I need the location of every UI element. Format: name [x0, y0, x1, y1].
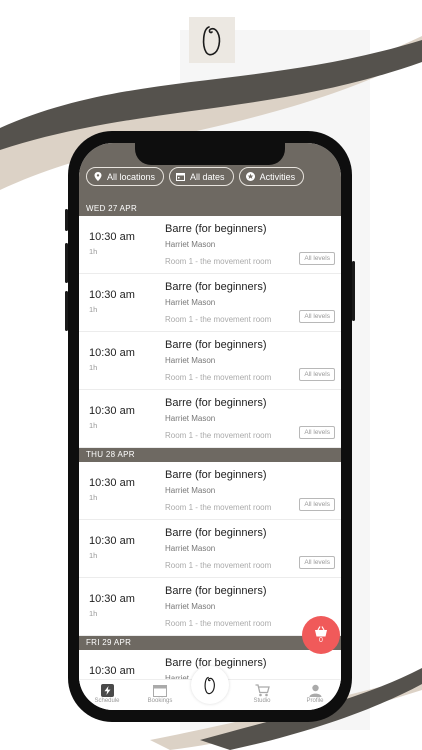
- filter-bar: All locations All dates Activities: [86, 167, 305, 186]
- phone-volume-down-button: [65, 291, 68, 331]
- session-room: Room 1 - the movement room: [165, 373, 272, 382]
- tab-home[interactable]: [191, 666, 229, 704]
- session-teacher: Harriet Mason: [165, 544, 216, 553]
- session-row[interactable]: 10:30 am 1h Barre (for beginners) Harrie…: [79, 216, 341, 274]
- session-title: Barre (for beginners): [165, 397, 267, 409]
- person-icon: [309, 682, 322, 698]
- session-time: 10:30 am: [89, 535, 135, 547]
- level-badge: All levels: [299, 368, 335, 381]
- lightning-icon: [100, 682, 114, 698]
- cart-icon: [255, 682, 270, 698]
- filter-locations-label: All locations: [107, 171, 156, 182]
- session-title: Barre (for beginners): [165, 527, 267, 539]
- session-row[interactable]: 10:30 am 1h Barre (for beginners) Harrie…: [79, 462, 341, 520]
- session-time: 10:30 am: [89, 593, 135, 605]
- session-title: Barre (for beginners): [165, 585, 267, 597]
- logo-icon: [202, 26, 221, 56]
- session-title: Barre (for beginners): [165, 281, 267, 293]
- session-duration: 1h: [89, 493, 98, 502]
- basket-icon: [315, 626, 327, 637]
- location-pin-icon: [93, 172, 102, 181]
- session-time: 10:30 am: [89, 231, 135, 243]
- tab-profile[interactable]: Profile: [293, 682, 337, 704]
- session-duration: 1h: [89, 305, 98, 314]
- session-teacher: Harriet Mason: [165, 602, 216, 611]
- filter-dates[interactable]: All dates: [169, 167, 234, 186]
- star-icon: [245, 172, 255, 181]
- phone-frame: All locations All dates Activities WED 2…: [65, 131, 355, 722]
- basket-count: 0: [319, 637, 323, 644]
- session-teacher: Harriet Mason: [165, 356, 216, 365]
- session-duration: 1h: [89, 363, 98, 372]
- session-row[interactable]: 10:30 am 1h Barre (for beginners) Harrie…: [79, 390, 341, 448]
- session-duration: 1h: [89, 421, 98, 430]
- bottom-tab-bar: Schedule Bookings Studio Profile: [79, 666, 341, 710]
- tab-schedule[interactable]: Schedule: [85, 682, 129, 704]
- tab-bookings[interactable]: Bookings: [138, 682, 182, 704]
- session-row[interactable]: 10:30 am 1h Barre (for beginners) Harrie…: [79, 578, 341, 636]
- logo-icon: [204, 676, 215, 695]
- level-badge: All levels: [299, 556, 335, 569]
- session-time: 10:30 am: [89, 477, 135, 489]
- phone-notch: [135, 143, 285, 165]
- level-badge: All levels: [299, 498, 335, 511]
- level-badge: All levels: [299, 252, 335, 265]
- tab-bookings-label: Bookings: [147, 698, 173, 704]
- session-time: 10:30 am: [89, 289, 135, 301]
- basket-button[interactable]: 0: [302, 616, 340, 654]
- session-time: 10:30 am: [89, 405, 135, 417]
- tab-studio-label: Studio: [253, 698, 271, 704]
- session-teacher: Harriet Mason: [165, 486, 216, 495]
- session-teacher: Harriet Mason: [165, 298, 216, 307]
- session-duration: 1h: [89, 551, 98, 560]
- session-teacher: Harriet Mason: [165, 414, 216, 423]
- session-row[interactable]: 10:30 am 1h Barre (for beginners) Harrie…: [79, 274, 341, 332]
- session-room: Room 1 - the movement room: [165, 257, 272, 266]
- session-room: Room 1 - the movement room: [165, 503, 272, 512]
- tab-profile-label: Profile: [306, 698, 324, 704]
- tab-studio[interactable]: Studio: [240, 682, 284, 704]
- filter-activities[interactable]: Activities: [238, 167, 305, 186]
- day-header: WED 27 APR: [79, 202, 341, 216]
- filter-activities-label: Activities: [259, 171, 296, 182]
- session-teacher: Harriet Mason: [165, 240, 216, 249]
- session-time: 10:30 am: [89, 347, 135, 359]
- session-title: Barre (for beginners): [165, 469, 267, 481]
- session-duration: 1h: [89, 247, 98, 256]
- level-badge: All levels: [299, 310, 335, 323]
- filter-dates-label: All dates: [190, 171, 225, 182]
- phone-mute-button: [65, 209, 68, 231]
- calendar-icon: [153, 682, 167, 698]
- session-duration: 1h: [89, 609, 98, 618]
- phone-volume-up-button: [65, 243, 68, 283]
- session-row[interactable]: 10:30 am 1h Barre (for beginners) Harrie…: [79, 520, 341, 578]
- session-room: Room 1 - the movement room: [165, 619, 272, 628]
- session-room: Room 1 - the movement room: [165, 431, 272, 440]
- brand-logo: [189, 17, 235, 63]
- session-row[interactable]: 10:30 am 1h Barre (for beginners) Harrie…: [79, 332, 341, 390]
- day-header: THU 28 APR: [79, 448, 341, 462]
- phone-power-button: [352, 261, 355, 321]
- session-room: Room 1 - the movement room: [165, 315, 272, 324]
- tab-schedule-label: Schedule: [94, 698, 120, 704]
- calendar-icon: [176, 172, 186, 181]
- app-screen: All locations All dates Activities WED 2…: [79, 143, 341, 710]
- filter-locations[interactable]: All locations: [86, 167, 165, 186]
- session-room: Room 1 - the movement room: [165, 561, 272, 570]
- session-time: 10:30 am: [89, 665, 135, 677]
- session-title: Barre (for beginners): [165, 339, 267, 351]
- level-badge: All levels: [299, 426, 335, 439]
- session-title: Barre (for beginners): [165, 223, 267, 235]
